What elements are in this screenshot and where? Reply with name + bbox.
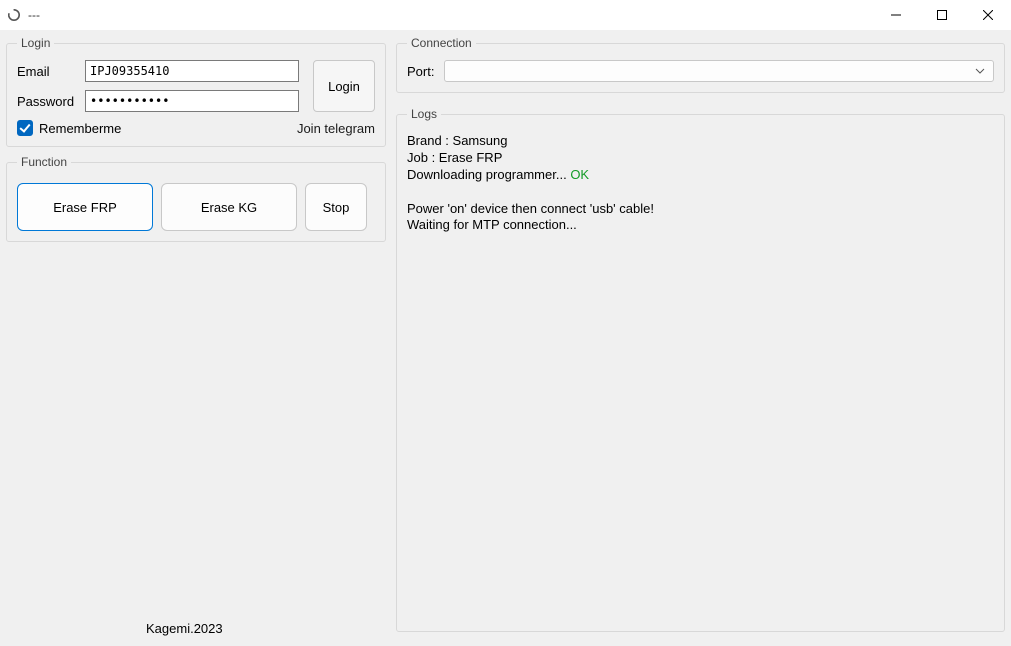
function-legend: Function <box>17 155 71 169</box>
password-field[interactable] <box>85 90 299 112</box>
port-select[interactable] <box>444 60 994 82</box>
erase-kg-button[interactable]: Erase KG <box>161 183 297 231</box>
app-icon <box>6 7 22 23</box>
maximize-button[interactable] <box>919 0 965 30</box>
connection-group: Connection Port: <box>396 36 1005 93</box>
log-line: Power 'on' device then connect 'usb' cab… <box>407 201 994 218</box>
email-label: Email <box>17 64 77 79</box>
left-column: Login Email Login Password Rememberme Jo… <box>6 36 386 640</box>
log-line: Job : Erase FRP <box>407 150 994 167</box>
connection-legend: Connection <box>407 36 476 50</box>
login-button[interactable]: Login <box>313 60 375 112</box>
close-button[interactable] <box>965 0 1011 30</box>
window-title: --- <box>28 8 40 22</box>
login-group: Login Email Login Password Rememberme Jo… <box>6 36 386 147</box>
remember-checkbox[interactable] <box>17 120 33 136</box>
login-legend: Login <box>17 36 54 50</box>
log-line: Waiting for MTP connection... <box>407 217 994 234</box>
remember-label: Rememberme <box>39 121 121 136</box>
client-area: Login Email Login Password Rememberme Jo… <box>0 30 1011 646</box>
log-line: Brand : Samsung <box>407 133 994 150</box>
chevron-down-icon <box>975 66 985 76</box>
password-label: Password <box>17 94 77 109</box>
logs-legend: Logs <box>407 107 441 121</box>
right-column: Connection Port: Logs Brand : SamsungJob… <box>396 36 1005 640</box>
join-telegram-link[interactable]: Join telegram <box>297 121 375 136</box>
logs-group: Logs Brand : SamsungJob : Erase FRPDownl… <box>396 107 1005 632</box>
log-line: Downloading programmer... OK <box>407 167 994 184</box>
email-field[interactable] <box>85 60 299 82</box>
titlebar: --- <box>0 0 1011 30</box>
log-output: Brand : SamsungJob : Erase FRPDownloadin… <box>407 131 994 621</box>
function-group: Function Erase FRP Erase KG Stop <box>6 155 386 242</box>
port-label: Port: <box>407 64 434 79</box>
minimize-button[interactable] <box>873 0 919 30</box>
stop-button[interactable]: Stop <box>305 183 367 231</box>
footer-text: Kagemi.2023 <box>6 617 386 640</box>
erase-frp-button[interactable]: Erase FRP <box>17 183 153 231</box>
log-line <box>407 184 994 201</box>
